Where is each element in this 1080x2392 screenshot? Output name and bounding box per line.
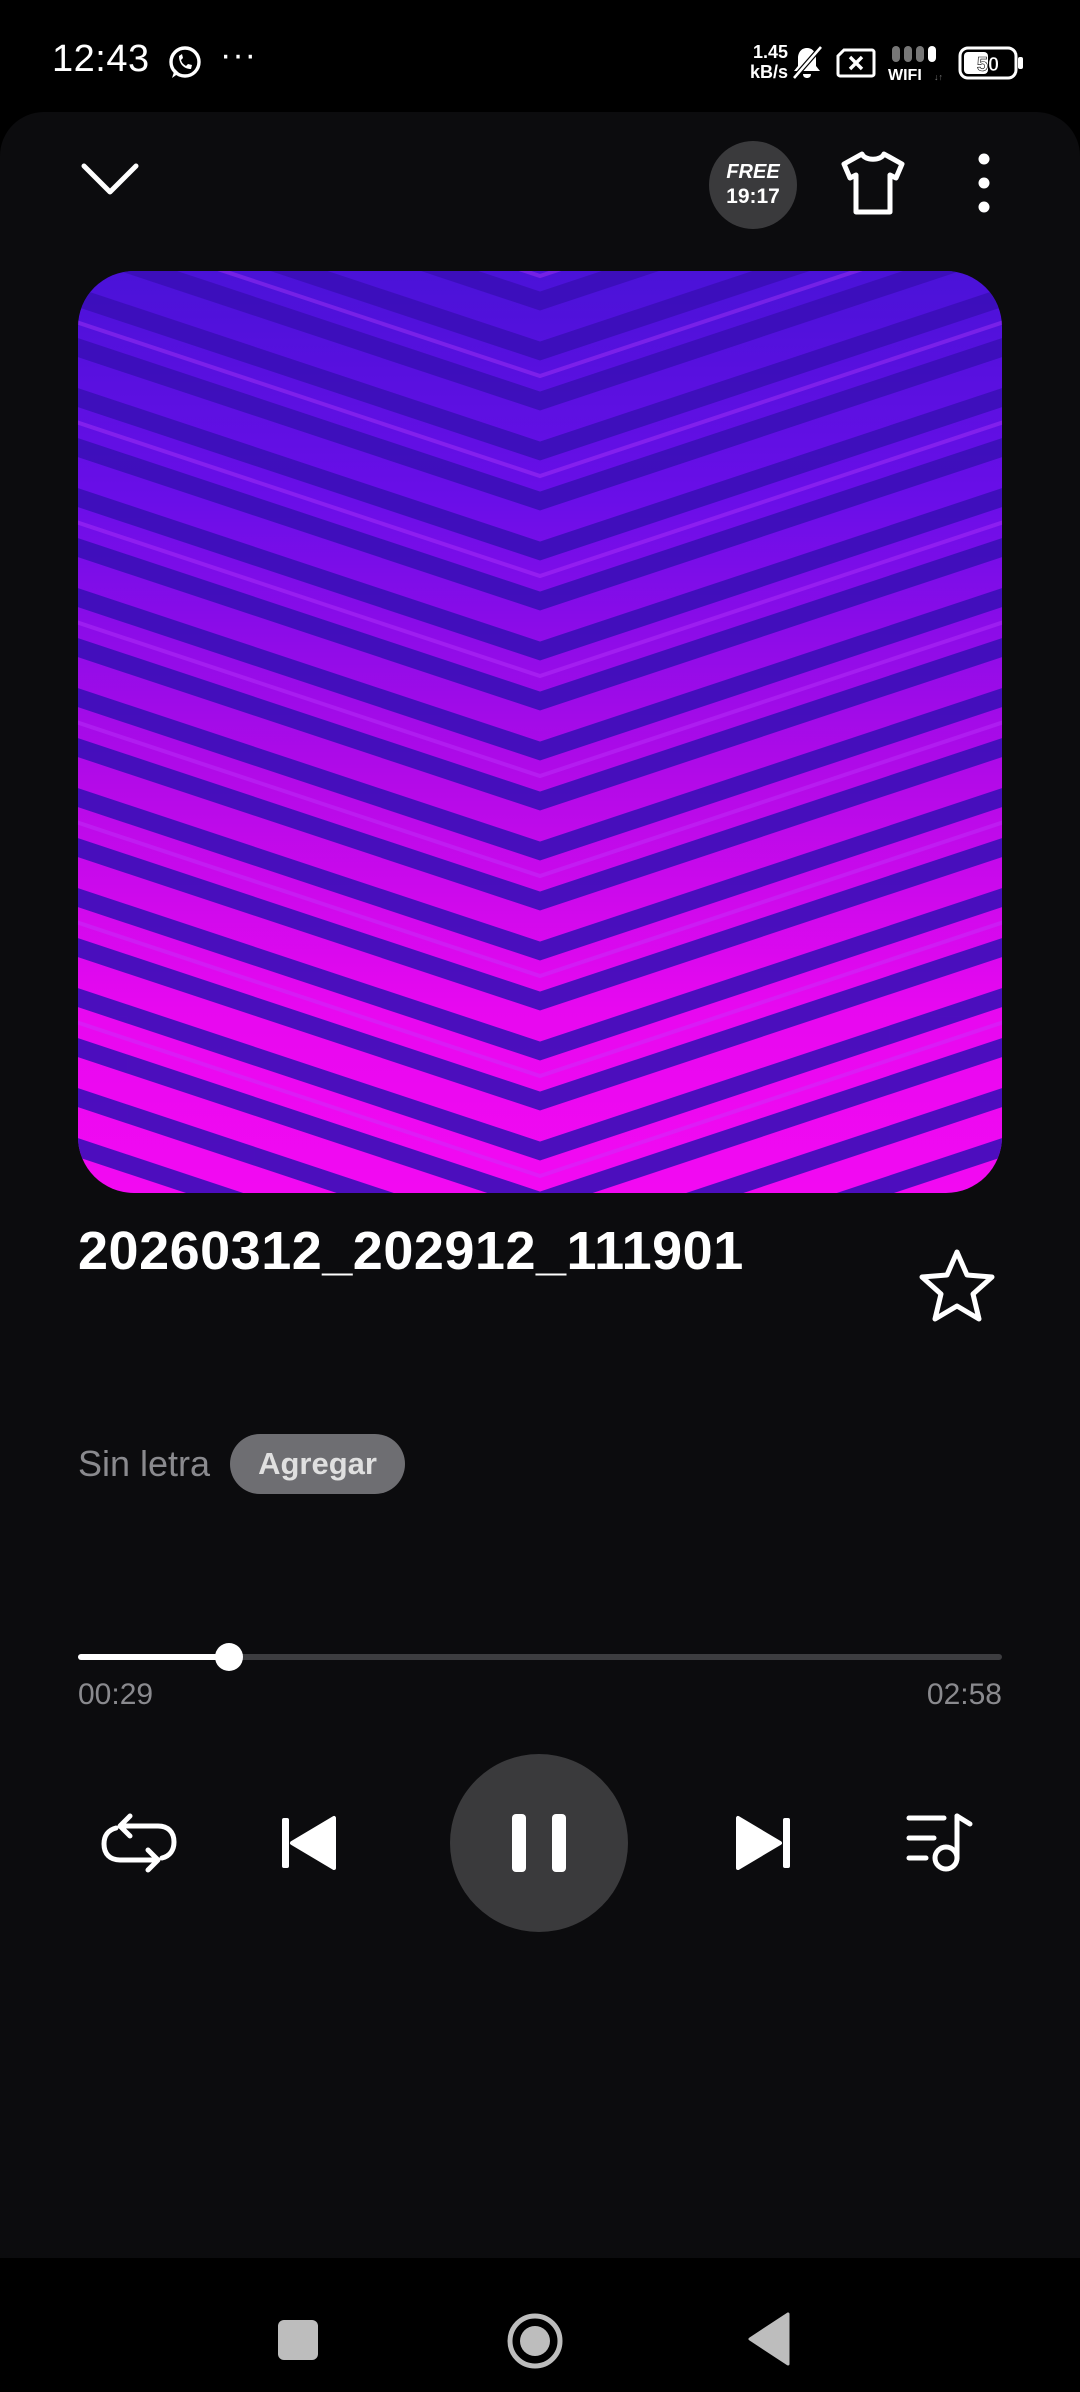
progress-knob[interactable] bbox=[215, 1643, 243, 1671]
tshirt-icon[interactable] bbox=[838, 150, 908, 216]
signal-icon: WIFI ↓↑ bbox=[888, 46, 943, 84]
current-time: 00:29 bbox=[78, 1678, 154, 1711]
next-icon[interactable] bbox=[734, 1812, 794, 1874]
previous-icon[interactable] bbox=[278, 1812, 338, 1874]
recents-icon[interactable] bbox=[278, 2320, 318, 2360]
status-time: 12:43 bbox=[52, 38, 150, 80]
repeat-icon[interactable] bbox=[100, 1810, 178, 1876]
no-lyrics-label: Sin letra bbox=[78, 1443, 211, 1484]
free-time-badge[interactable]: FREE 19:17 bbox=[709, 141, 797, 229]
screen: 12:43 ··· 1.45 kB/s WIFI ↓↑ 50 FREE 19:1… bbox=[0, 0, 1080, 2392]
progress-slider[interactable] bbox=[78, 1643, 1002, 1693]
whatsapp-icon bbox=[169, 46, 201, 78]
battery-icon: 50 bbox=[958, 46, 1023, 80]
total-time: 02:58 bbox=[926, 1678, 1002, 1711]
lyrics-row: Sin letra Agregar bbox=[78, 1434, 405, 1494]
back-icon[interactable] bbox=[748, 2312, 790, 2366]
home-icon[interactable] bbox=[506, 2312, 564, 2370]
pause-button[interactable] bbox=[450, 1754, 628, 1932]
network-speed: 1.45 kB/s bbox=[728, 42, 788, 82]
mute-icon bbox=[792, 45, 823, 80]
album-artwork bbox=[78, 271, 1002, 1193]
more-vertical-icon[interactable] bbox=[966, 150, 1002, 216]
sim-x-icon bbox=[836, 48, 876, 78]
wifi-label: WIFI bbox=[888, 67, 922, 84]
pause-icon bbox=[512, 1814, 566, 1872]
star-outline-icon[interactable] bbox=[918, 1248, 996, 1324]
network-speed-value: 1.45 bbox=[752, 42, 788, 62]
artwork-chevron-pattern bbox=[78, 271, 1002, 1193]
add-lyrics-button[interactable]: Agregar bbox=[230, 1434, 405, 1494]
more-notifications-icon: ··· bbox=[220, 36, 257, 74]
navigation-bar bbox=[0, 2258, 1080, 2392]
svg-text:↓↑: ↓↑ bbox=[934, 72, 943, 82]
chevron-down-icon[interactable] bbox=[80, 150, 140, 210]
free-badge-label: FREE bbox=[726, 161, 780, 183]
network-speed-unit: kB/s bbox=[749, 62, 788, 82]
free-badge-time: 19:17 bbox=[726, 185, 780, 208]
progress-fill bbox=[78, 1654, 229, 1660]
track-title: 20260312_202912_111901 bbox=[78, 1221, 744, 1281]
status-bar: 12:43 ··· 1.45 kB/s WIFI ↓↑ 50 bbox=[0, 0, 1080, 112]
queue-icon[interactable] bbox=[906, 1810, 974, 1876]
battery-level: 50 bbox=[977, 54, 999, 76]
